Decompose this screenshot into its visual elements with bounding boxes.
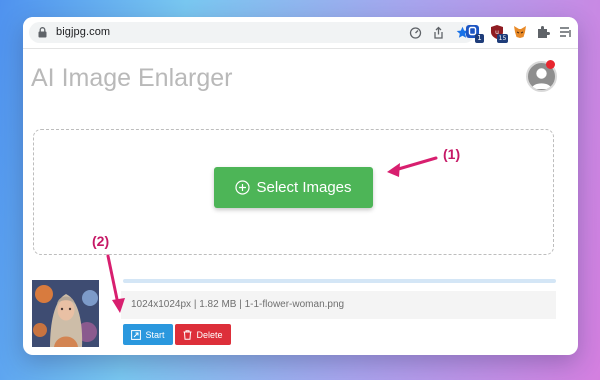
step1-arrow bbox=[393, 156, 438, 172]
step2-arrowhead bbox=[112, 298, 125, 313]
step1-arrowhead bbox=[387, 163, 400, 177]
annotation-arrows bbox=[106, 156, 438, 313]
step2-arrow bbox=[106, 254, 120, 306]
